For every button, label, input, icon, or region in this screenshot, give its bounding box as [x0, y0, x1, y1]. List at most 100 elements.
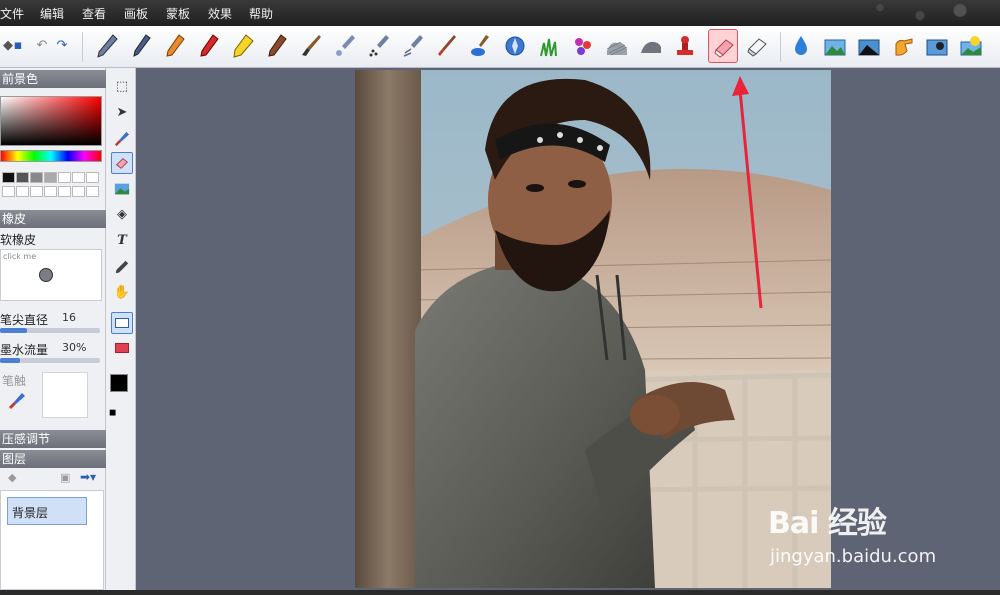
yellow-marker-tool[interactable]	[228, 29, 258, 63]
properties-panel: 前景色 橡皮 软橡皮 click me 笔尖直径 16 墨水流量 30% 笔触 …	[0, 68, 106, 595]
spray-dots-tool[interactable]	[364, 29, 394, 63]
redo-icon[interactable]: ↷	[54, 38, 70, 54]
crayon-icon	[166, 34, 185, 57]
layer-item-background[interactable]: 背景层	[7, 497, 87, 525]
move-select-tool[interactable]: ➤	[111, 102, 133, 124]
layer-duplicate-icon[interactable]: ▣	[60, 471, 70, 484]
color-swatch[interactable]	[30, 172, 43, 183]
pencil-tool[interactable]	[92, 29, 122, 63]
pen-icon	[133, 34, 151, 57]
color-swatch[interactable]	[44, 172, 57, 183]
brush-size-slider[interactable]	[0, 328, 100, 333]
stamp-icon	[677, 36, 693, 55]
eraser-white-tool[interactable]	[742, 29, 772, 63]
layer-name: 背景层	[12, 506, 49, 520]
landscape-icon	[824, 39, 846, 56]
color-swatch[interactable]	[58, 172, 71, 183]
save-icon[interactable]: ▪	[10, 38, 26, 54]
ink-flow-fill	[0, 358, 20, 363]
tool-column: ⬚ ➤ ◈ T ✋ ◼	[106, 68, 136, 595]
smudge-tool[interactable]	[636, 29, 666, 63]
color-swatch[interactable]	[16, 186, 29, 197]
undo-icon[interactable]: ↶	[34, 38, 50, 54]
swap-colors-icon[interactable]: ◼	[109, 408, 116, 418]
landscape-dark-tool[interactable]	[854, 29, 884, 63]
pressure-title: 压感调节	[2, 432, 51, 446]
ink-flow-slider[interactable]	[0, 358, 100, 363]
blue-globe-tool[interactable]	[500, 29, 530, 63]
color-swatch[interactable]	[86, 172, 99, 183]
brush-tip-icon[interactable]	[8, 392, 26, 410]
stamp-tool[interactable]	[670, 29, 700, 63]
layer-title: 图层	[2, 452, 27, 466]
toolbar-separator	[82, 32, 83, 62]
pressure-header[interactable]: 压感调节	[0, 430, 106, 448]
eraser-side-tool[interactable]	[111, 152, 133, 174]
foreground-color-swatch[interactable]	[110, 374, 128, 392]
crayon-tool[interactable]	[160, 29, 190, 63]
rect-shape-tool[interactable]	[111, 312, 133, 334]
landscape-tool[interactable]	[820, 29, 850, 63]
water-drop-tool[interactable]	[786, 29, 816, 63]
fill-side-tool[interactable]: ◈	[111, 204, 133, 226]
menu-effects[interactable]: 效果	[208, 5, 232, 22]
color-swatch[interactable]	[72, 186, 85, 197]
thin-brush-tool[interactable]	[432, 29, 462, 63]
menu-view[interactable]: 查看	[82, 5, 106, 22]
airbrush-tool[interactable]	[330, 29, 360, 63]
texture-brush-tool[interactable]	[602, 29, 632, 63]
image-side-tool[interactable]	[111, 178, 133, 200]
color-swatch[interactable]	[2, 172, 15, 183]
ink-flow-value: 30%	[62, 341, 87, 354]
menu-mask[interactable]: 蒙板	[166, 5, 190, 22]
eraser-white-icon	[747, 38, 767, 57]
hue-slider[interactable]	[0, 150, 102, 162]
sun-effect-tool[interactable]	[956, 29, 986, 63]
pen-tool[interactable]	[126, 29, 156, 63]
brush-tip-preview[interactable]	[42, 372, 88, 418]
menu-help[interactable]: 帮助	[249, 5, 273, 22]
clear-tool[interactable]	[111, 338, 133, 360]
brown-marker-tool[interactable]	[262, 29, 292, 63]
color-swatch[interactable]	[44, 186, 57, 197]
menu-file[interactable]: 文件	[0, 5, 24, 22]
color-swatch[interactable]	[72, 172, 85, 183]
brown-marker-icon	[268, 34, 287, 57]
brush-tool[interactable]	[296, 29, 326, 63]
airbrush-icon	[336, 35, 355, 56]
color-swatch[interactable]	[30, 186, 43, 197]
menu-edit[interactable]: 编辑	[40, 5, 64, 22]
menu-canvas[interactable]: 画板	[124, 5, 148, 22]
brush-side-tool[interactable]	[111, 128, 133, 150]
grass-brush-tool[interactable]	[534, 29, 564, 63]
eyedropper-tool[interactable]	[111, 256, 133, 278]
yellow-marker-icon	[233, 34, 254, 58]
foreground-color-header: 前景色	[0, 70, 106, 88]
red-crayon-tool[interactable]	[194, 29, 224, 63]
text-tool[interactable]: T	[111, 230, 133, 252]
brush-preview-box[interactable]: click me	[0, 249, 102, 301]
paint-bucket-icon	[471, 35, 489, 56]
hand-tool[interactable]: ✋	[111, 282, 133, 304]
flower-brush-tool[interactable]	[568, 29, 598, 63]
layer-options-icon[interactable]: ➡▾	[80, 470, 96, 484]
color-swatch[interactable]	[86, 186, 99, 197]
landscape-dark-icon	[858, 39, 880, 56]
select-rect-tool[interactable]: ⬚	[111, 76, 133, 98]
ink-flow-label: 墨水流量	[0, 343, 49, 357]
photo-canvas[interactable]	[355, 70, 831, 588]
color-swatch[interactable]	[2, 186, 15, 197]
hand-effect-tool[interactable]	[888, 29, 918, 63]
color-picker-field[interactable]	[0, 96, 102, 146]
eraser-pink-tool[interactable]	[708, 29, 738, 63]
image-effect-tool[interactable]	[922, 29, 952, 63]
color-swatch[interactable]	[58, 186, 71, 197]
paint-bucket-tool[interactable]	[466, 29, 496, 63]
spray-dots-icon	[369, 35, 389, 57]
menu-bar: 文件 编辑 查看 画板 蒙板 效果 帮助	[0, 0, 1000, 26]
eraser-title: 橡皮	[2, 212, 27, 226]
color-swatch[interactable]	[16, 172, 29, 183]
texture-icon	[606, 41, 628, 56]
spray-can-tool[interactable]	[398, 29, 428, 63]
layer-move-icon[interactable]: ◆	[8, 471, 16, 484]
